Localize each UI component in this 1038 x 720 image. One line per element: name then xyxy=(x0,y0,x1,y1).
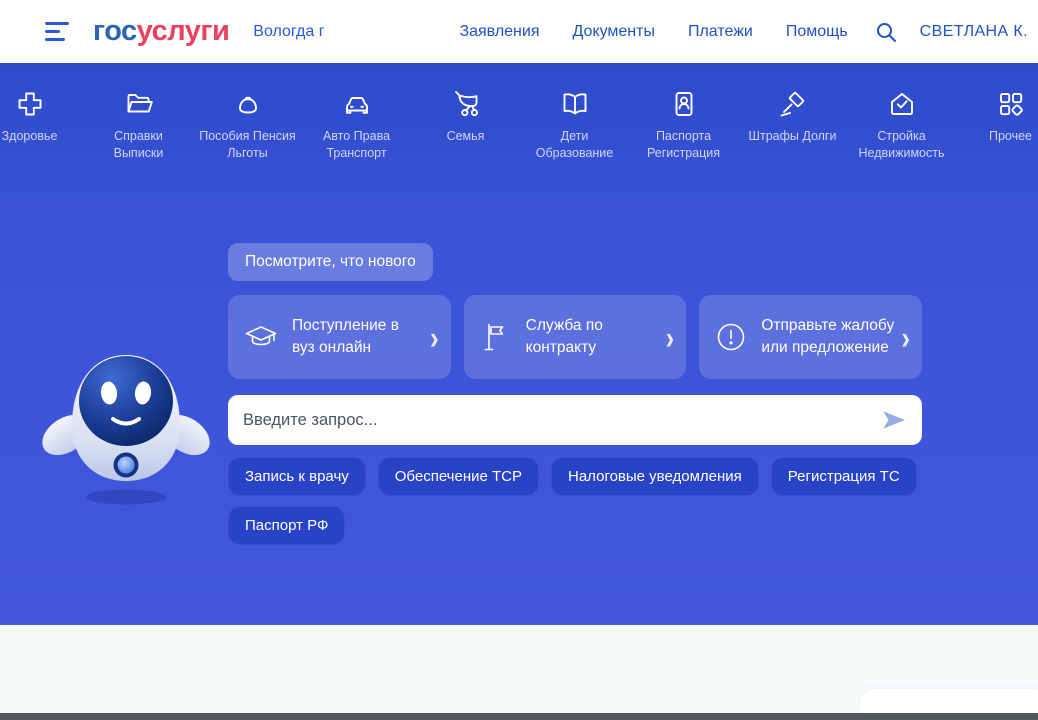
chip-passport-rf[interactable]: Паспорт РФ xyxy=(228,506,345,545)
category-label: Пособия Пенсия Льготы xyxy=(198,128,298,162)
health-cross-icon xyxy=(15,87,45,121)
header: госуслуги Вологда г Заявления Документы … xyxy=(0,0,1038,63)
chip-tsr-provision[interactable]: Обеспечение ТСР xyxy=(378,457,539,496)
open-book-icon xyxy=(560,87,590,121)
nav-link-applications[interactable]: Заявления xyxy=(459,23,539,41)
logo[interactable]: госуслуги xyxy=(93,15,229,48)
category-benefits[interactable]: Пособия Пенсия Льготы xyxy=(193,87,302,162)
gosuslugi-portal: госуслуги Вологда г Заявления Документы … xyxy=(0,0,1038,720)
promo-card-label: Поступление в вуз онлайн xyxy=(292,315,424,358)
query-input[interactable] xyxy=(243,411,881,430)
promo-card-contract-service[interactable]: Служба по контракту › xyxy=(464,295,687,379)
menu-icon[interactable] xyxy=(45,22,71,41)
car-icon xyxy=(342,87,372,121)
stroller-icon xyxy=(451,87,481,121)
category-label: Паспорта Регистрация xyxy=(634,128,734,162)
hero-section: Здоровье Справки Выписки Пособия Пенсия … xyxy=(0,63,1038,625)
purse-icon xyxy=(233,87,263,121)
whats-new-button[interactable]: Посмотрите, что нового xyxy=(228,243,433,281)
category-bar: Здоровье Справки Выписки Пособия Пенсия … xyxy=(0,87,1038,162)
category-family[interactable]: Семья xyxy=(411,87,520,162)
category-fines-debts[interactable]: Штрафы Долги xyxy=(738,87,847,162)
user-menu[interactable]: СВЕТЛАНА К. xyxy=(920,23,1028,41)
grid-icon xyxy=(996,87,1026,121)
logo-text-blue: гос xyxy=(93,15,137,47)
bottom-right-panel xyxy=(860,689,1038,713)
category-passports[interactable]: Паспорта Регистрация xyxy=(629,87,738,162)
category-construction[interactable]: Стройка Недвижимость xyxy=(847,87,956,162)
quick-suggestions: Запись к врачу Обеспечение ТСР Налоговые… xyxy=(228,457,928,545)
nav-link-payments[interactable]: Платежи xyxy=(688,23,753,41)
graduation-cap-icon xyxy=(243,320,279,354)
category-label: Авто Права Транспорт xyxy=(307,128,407,162)
folder-open-icon xyxy=(124,87,154,121)
gavel-icon xyxy=(778,87,808,121)
category-certificates[interactable]: Справки Выписки xyxy=(84,87,193,162)
category-label: Здоровье xyxy=(2,128,58,145)
category-label: Дети Образование xyxy=(525,128,625,162)
assistant-search-bar xyxy=(228,395,922,445)
flag-icon xyxy=(479,320,513,354)
promo-card-university[interactable]: Поступление в вуз онлайн › xyxy=(228,295,451,379)
category-label: Справки Выписки xyxy=(89,128,189,162)
search-icon[interactable] xyxy=(874,20,898,44)
promo-card-complaint[interactable]: Отправьте жалобу или предложение › xyxy=(699,295,922,379)
bottom-strip xyxy=(0,713,1038,720)
chevron-right-icon: › xyxy=(895,321,910,354)
promo-card-label: Служба по контракту xyxy=(526,315,660,358)
nav-link-documents[interactable]: Документы xyxy=(572,23,654,41)
header-nav: Заявления Документы Платежи Помощь xyxy=(459,23,847,41)
location-selector[interactable]: Вологда г xyxy=(253,23,324,41)
send-icon[interactable] xyxy=(881,408,907,432)
logo-text-red: услуги xyxy=(137,15,230,47)
id-card-icon xyxy=(669,87,699,121)
category-label: Прочее xyxy=(989,128,1032,145)
promo-cards: Поступление в вуз онлайн › Служба по кон… xyxy=(228,295,922,379)
footer-area xyxy=(0,625,1038,713)
category-health[interactable]: Здоровье xyxy=(0,87,84,162)
promo-card-label: Отправьте жалобу или предложение xyxy=(761,315,895,358)
category-other[interactable]: Прочее xyxy=(956,87,1038,162)
exclamation-circle-icon xyxy=(714,320,748,354)
category-children-education[interactable]: Дети Образование xyxy=(520,87,629,162)
robot-mascot xyxy=(38,325,210,515)
category-auto[interactable]: Авто Права Транспорт xyxy=(302,87,411,162)
chevron-right-icon: › xyxy=(660,321,675,354)
chip-tax-notifications[interactable]: Налоговые уведомления xyxy=(551,457,759,496)
category-label: Штрафы Долги xyxy=(749,128,837,145)
category-label: Семья xyxy=(447,128,485,145)
category-label: Стройка Недвижимость xyxy=(852,128,952,162)
chevron-right-icon: › xyxy=(424,321,439,354)
chip-vehicle-registration[interactable]: Регистрация ТС xyxy=(771,457,917,496)
house-check-icon xyxy=(887,87,917,121)
chip-doctor-appointment[interactable]: Запись к врачу xyxy=(228,457,366,496)
nav-link-help[interactable]: Помощь xyxy=(786,23,848,41)
